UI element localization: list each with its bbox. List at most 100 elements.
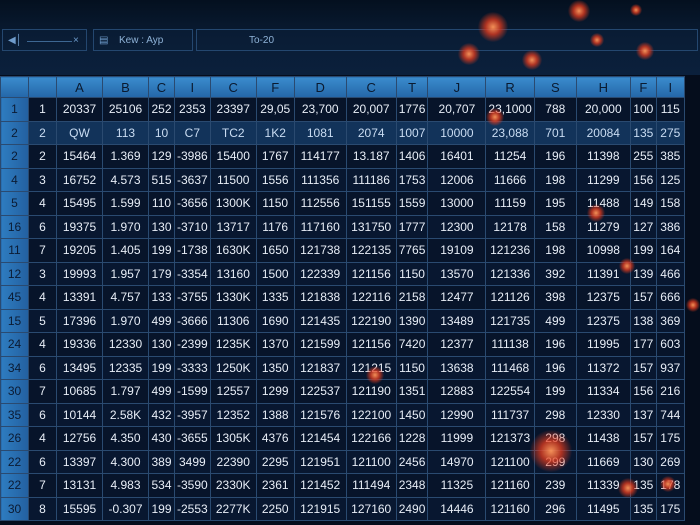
row-header[interactable]: 2 <box>0 144 29 169</box>
grid-cell[interactable]: 2074 <box>345 120 397 145</box>
grid-cell[interactable]: 239 <box>533 473 577 498</box>
grid-cell[interactable]: 129 <box>148 144 175 169</box>
grid-cell[interactable]: 122554 <box>485 379 535 404</box>
grid-cell[interactable]: 1777 <box>395 214 429 239</box>
grid-cell[interactable]: 1150 <box>255 191 295 216</box>
grid-cell[interactable]: 1500 <box>255 261 295 286</box>
grid-cell[interactable]: -2553 <box>174 496 211 521</box>
grid-cell[interactable]: 499 <box>148 379 175 404</box>
grid-cell[interactable]: 10685 <box>56 379 103 404</box>
grid-cell[interactable]: 7420 <box>395 332 429 357</box>
column-header[interactable]: A <box>56 76 103 98</box>
grid-cell[interactable]: 1753 <box>395 167 429 192</box>
grid-cell[interactable]: 23,700 <box>293 97 347 122</box>
grid-cell[interactable]: 13160 <box>209 261 257 286</box>
grid-cell[interactable]: 121236 <box>485 238 535 263</box>
grid-cell[interactable]: 432 <box>148 402 175 427</box>
grid-cell[interactable]: 11391 <box>575 261 631 286</box>
grid-cell[interactable]: 603 <box>655 332 685 357</box>
grid-cell[interactable]: 2490 <box>395 496 429 521</box>
grid-cell[interactable]: 10 <box>148 120 175 145</box>
column-header[interactable]: H <box>575 76 631 98</box>
grid-cell[interactable]: 1176 <box>255 214 295 239</box>
grid-cell[interactable]: 385 <box>655 144 685 169</box>
grid-cell[interactable]: 12375 <box>575 308 631 333</box>
grid-cell[interactable]: 1228 <box>395 426 429 451</box>
grid-cell[interactable]: 1556 <box>255 167 295 192</box>
column-header[interactable]: R <box>485 76 535 98</box>
row-header[interactable]: 1 <box>0 97 29 122</box>
grid-cell[interactable]: 4.983 <box>102 473 149 498</box>
grid-cell[interactable]: 199 <box>148 355 175 380</box>
progress-track[interactable] <box>27 41 72 42</box>
grid-cell[interactable]: 127160 <box>345 496 397 521</box>
grid-cell[interactable]: 15595 <box>56 496 103 521</box>
grid-cell[interactable]: 937 <box>655 355 685 380</box>
column-header[interactable]: T <box>395 76 429 98</box>
grid-cell[interactable]: 255 <box>629 144 657 169</box>
grid-cell[interactable]: 22390 <box>209 449 257 474</box>
grid-cell[interactable]: 158 <box>533 214 577 239</box>
grid-cell[interactable]: 1406 <box>395 144 429 169</box>
name-box[interactable]: ▤ Kew : Ayp <box>93 29 193 51</box>
grid-cell[interactable]: 4 <box>28 191 57 216</box>
row-header[interactable]: 30 <box>0 379 29 404</box>
grid-cell[interactable]: 13495 <box>56 355 103 380</box>
grid-cell[interactable]: TC2 <box>209 120 257 145</box>
grid-cell[interactable]: 121576 <box>293 402 347 427</box>
grid-cell[interactable]: 121915 <box>293 496 347 521</box>
grid-cell[interactable]: 11279 <box>575 214 631 239</box>
grid-cell[interactable]: 392 <box>533 261 577 286</box>
grid-cell[interactable]: 534 <box>148 473 175 498</box>
grid-cell[interactable]: 2 <box>28 120 57 145</box>
grid-cell[interactable]: 19375 <box>56 214 103 239</box>
grid-cell[interactable]: 2348 <box>395 473 429 498</box>
grid-cell[interactable]: 15495 <box>56 191 103 216</box>
grid-cell[interactable]: 11500 <box>209 167 257 192</box>
grid-cell[interactable]: 11339 <box>575 473 631 498</box>
grid-cell[interactable]: 11325 <box>427 473 487 498</box>
row-header[interactable]: 12 <box>0 261 29 286</box>
grid-cell[interactable]: 7 <box>28 473 57 498</box>
grid-cell[interactable]: -3637 <box>174 167 211 192</box>
playback-control[interactable]: ◀│ × <box>2 29 87 51</box>
row-header[interactable]: 30 <box>0 496 29 521</box>
grid-cell[interactable]: 121738 <box>293 238 347 263</box>
grid-cell[interactable]: 20,007 <box>345 97 397 122</box>
grid-cell[interactable]: 111468 <box>485 355 535 380</box>
grid-cell[interactable]: 139 <box>629 261 657 286</box>
grid-cell[interactable]: 121452 <box>293 473 347 498</box>
grid-cell[interactable]: 122135 <box>345 238 397 263</box>
grid-cell[interactable]: 2250 <box>255 496 295 521</box>
grid-cell[interactable]: 198 <box>533 167 577 192</box>
grid-cell[interactable]: 1351 <box>395 379 429 404</box>
grid-cell[interactable]: 156 <box>629 167 657 192</box>
row-header[interactable]: 15 <box>0 308 29 333</box>
column-header[interactable] <box>28 76 57 98</box>
grid-cell[interactable]: 121838 <box>293 285 347 310</box>
grid-cell[interactable]: 199 <box>629 238 657 263</box>
grid-cell[interactable]: 12990 <box>427 402 487 427</box>
grid-cell[interactable]: 113 <box>102 120 149 145</box>
grid-cell[interactable]: 121435 <box>293 308 347 333</box>
grid-cell[interactable]: -3986 <box>174 144 211 169</box>
grid-cell[interactable]: 15400 <box>209 144 257 169</box>
grid-cell[interactable]: 19993 <box>56 261 103 286</box>
grid-cell[interactable]: 430 <box>148 426 175 451</box>
grid-cell[interactable]: 1370 <box>255 332 295 357</box>
grid-cell[interactable]: 252 <box>148 97 175 122</box>
grid-cell[interactable]: 1 <box>28 97 57 122</box>
grid-cell[interactable]: 11306 <box>209 308 257 333</box>
grid-cell[interactable]: 499 <box>148 308 175 333</box>
grid-cell[interactable]: 158 <box>655 191 685 216</box>
grid-cell[interactable]: 11438 <box>575 426 631 451</box>
grid-cell[interactable]: 199 <box>148 496 175 521</box>
grid-cell[interactable]: 157 <box>629 426 657 451</box>
row-header[interactable]: 35 <box>0 402 29 427</box>
grid-cell[interactable]: 151155 <box>345 191 397 216</box>
formula-bar[interactable]: To-20 <box>196 29 698 51</box>
grid-cell[interactable]: 112556 <box>293 191 347 216</box>
grid-cell[interactable]: 11372 <box>575 355 631 380</box>
grid-cell[interactable]: 121837 <box>293 355 347 380</box>
grid-cell[interactable]: 12335 <box>102 355 149 380</box>
